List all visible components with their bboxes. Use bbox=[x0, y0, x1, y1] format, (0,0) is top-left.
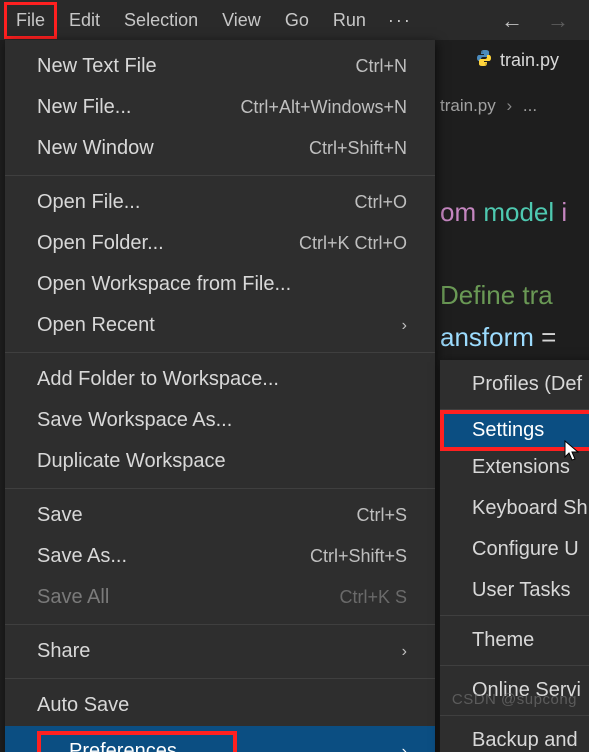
code-token: om bbox=[440, 197, 476, 227]
chevron-right-icon: › bbox=[402, 743, 407, 752]
menu-item-new-window[interactable]: New Window Ctrl+Shift+N bbox=[5, 128, 435, 169]
menu-item-label: New Text File bbox=[37, 55, 157, 78]
menu-item-label: Save All bbox=[37, 586, 109, 609]
menu-item-label: Save As... bbox=[37, 545, 127, 568]
code-token: model bbox=[476, 197, 561, 227]
nav-forward-icon[interactable]: → bbox=[547, 8, 569, 34]
editor-tab[interactable]: train.py bbox=[462, 40, 573, 81]
nav-arrows: ← → bbox=[501, 8, 569, 34]
menu-item-save[interactable]: Save Ctrl+S bbox=[5, 495, 435, 536]
code-token: ansform bbox=[440, 322, 534, 352]
menu-item-shortcut: Ctrl+Shift+N bbox=[309, 138, 407, 159]
menu-item-label: Share bbox=[37, 640, 90, 663]
submenu-item-theme[interactable]: Theme bbox=[440, 620, 589, 661]
menu-item-save-all: Save All Ctrl+K S bbox=[5, 577, 435, 618]
file-menu-dropdown: New Text File Ctrl+N New File... Ctrl+Al… bbox=[5, 40, 435, 752]
menu-item-duplicate-workspace[interactable]: Duplicate Workspace bbox=[5, 441, 435, 482]
menu-item-auto-save[interactable]: Auto Save bbox=[5, 685, 435, 726]
menu-item-label: Duplicate Workspace bbox=[37, 450, 226, 473]
menu-item-label: New Window bbox=[37, 137, 154, 160]
menu-item-save-workspace-as[interactable]: Save Workspace As... bbox=[5, 400, 435, 441]
submenu-item-backup[interactable]: Backup and bbox=[440, 720, 589, 752]
menu-item-preferences[interactable]: Preferences › bbox=[5, 726, 435, 752]
chevron-right-icon: › bbox=[402, 317, 407, 335]
editor-tab-label: train.py bbox=[500, 50, 559, 71]
menu-item-open-folder[interactable]: Open Folder... Ctrl+K Ctrl+O bbox=[5, 223, 435, 264]
code-token: i bbox=[561, 197, 567, 227]
menu-item-shortcut: Ctrl+O bbox=[354, 192, 407, 213]
breadcrumb-file: train.py bbox=[440, 96, 496, 115]
menu-item-label: Save Workspace As... bbox=[37, 409, 232, 432]
menu-selection[interactable]: Selection bbox=[112, 2, 210, 39]
menu-view[interactable]: View bbox=[210, 2, 273, 39]
code-token: Define tra bbox=[440, 280, 553, 310]
breadcrumb-more: ... bbox=[523, 96, 537, 115]
menu-item-save-as[interactable]: Save As... Ctrl+Shift+S bbox=[5, 536, 435, 577]
menu-item-label: Auto Save bbox=[37, 694, 129, 717]
submenu-item-keyboard-shortcuts[interactable]: Keyboard Sh bbox=[440, 488, 589, 529]
menu-run[interactable]: Run bbox=[321, 2, 378, 39]
menu-item-label: Open Workspace from File... bbox=[37, 273, 291, 296]
menu-item-open-recent[interactable]: Open Recent › bbox=[5, 305, 435, 346]
submenu-item-configure[interactable]: Configure U bbox=[440, 529, 589, 570]
submenu-item-user-tasks[interactable]: User Tasks bbox=[440, 570, 589, 611]
nav-back-icon[interactable]: ← bbox=[501, 8, 523, 34]
menu-more-icon[interactable]: ··· bbox=[378, 2, 422, 39]
chevron-right-icon: › bbox=[402, 643, 407, 661]
menu-item-label: Save bbox=[37, 504, 83, 527]
menu-edit[interactable]: Edit bbox=[57, 2, 112, 39]
menu-go[interactable]: Go bbox=[273, 2, 321, 39]
chevron-right-icon: › bbox=[506, 96, 512, 115]
menu-item-share[interactable]: Share › bbox=[5, 631, 435, 672]
menu-item-label: Preferences bbox=[37, 731, 237, 752]
menu-item-open-file[interactable]: Open File... Ctrl+O bbox=[5, 182, 435, 223]
menu-item-open-workspace-from-file[interactable]: Open Workspace from File... bbox=[5, 264, 435, 305]
menu-item-shortcut: Ctrl+Shift+S bbox=[310, 546, 407, 567]
menu-item-shortcut: Ctrl+Alt+Windows+N bbox=[240, 97, 407, 118]
menu-item-shortcut: Ctrl+K Ctrl+O bbox=[299, 233, 407, 254]
submenu-item-profiles[interactable]: Profiles (Def bbox=[440, 364, 589, 405]
menu-item-shortcut: Ctrl+K S bbox=[339, 587, 407, 608]
menu-item-new-file[interactable]: New File... Ctrl+Alt+Windows+N bbox=[5, 87, 435, 128]
menu-item-label: Add Folder to Workspace... bbox=[37, 368, 279, 391]
menu-item-label: Open Folder... bbox=[37, 232, 164, 255]
menu-item-shortcut: Ctrl+N bbox=[355, 56, 407, 77]
watermark: CSDN @supcong bbox=[452, 691, 577, 708]
menu-item-shortcut: Ctrl+S bbox=[356, 505, 407, 526]
menu-item-new-text-file[interactable]: New Text File Ctrl+N bbox=[5, 46, 435, 87]
breadcrumb[interactable]: train.py › ... bbox=[440, 96, 537, 116]
menu-item-label: Open File... bbox=[37, 191, 140, 214]
python-file-icon bbox=[476, 50, 492, 71]
menu-item-label: Open Recent bbox=[37, 314, 155, 337]
code-token: = bbox=[534, 322, 564, 352]
menu-item-add-folder-to-workspace[interactable]: Add Folder to Workspace... bbox=[5, 359, 435, 400]
cursor-icon bbox=[564, 440, 582, 467]
menu-file[interactable]: File bbox=[4, 2, 57, 39]
menu-item-label: New File... bbox=[37, 96, 131, 119]
